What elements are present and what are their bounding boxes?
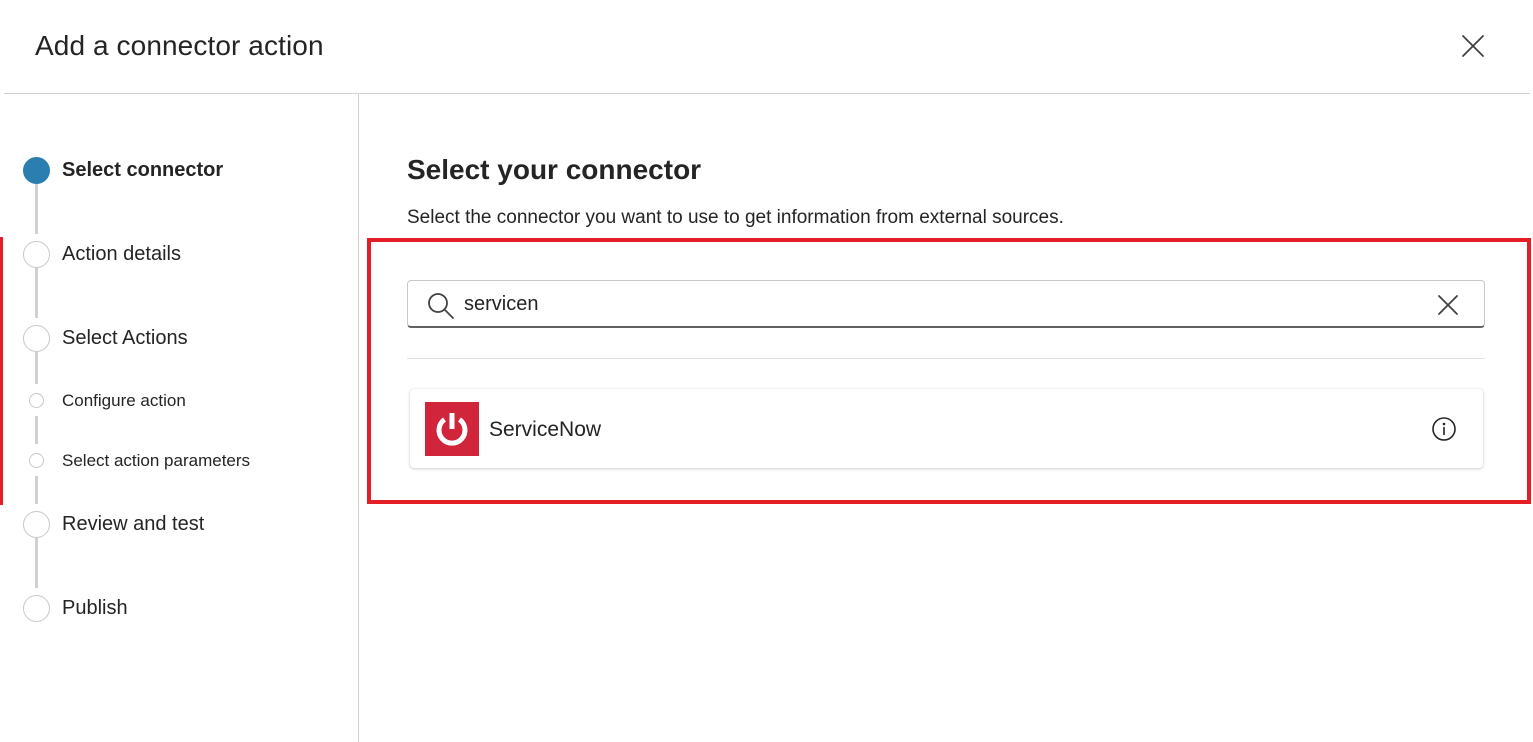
search-input[interactable] (464, 289, 1404, 319)
stepper-sidebar (0, 94, 358, 742)
dialog-header: Add a connector action (0, 0, 1533, 94)
step-indicator (23, 511, 50, 538)
step-label: Review and test (62, 513, 205, 535)
step-connector-line (35, 416, 38, 444)
connector-name: ServiceNow (489, 418, 602, 441)
info-icon (1432, 417, 1456, 441)
results-divider (407, 358, 1485, 359)
power-icon (436, 413, 468, 446)
dialog-title: Add a connector action (35, 30, 324, 61)
substep-label: Configure action (62, 391, 186, 410)
step-indicator (23, 241, 50, 268)
clear-search-button[interactable] (1432, 289, 1464, 321)
substep-indicator (29, 453, 44, 468)
connector-info-button[interactable] (1429, 414, 1459, 444)
close-icon (1438, 295, 1458, 315)
step-indicator (23, 595, 50, 622)
step-label: Action details (62, 243, 181, 265)
step-connector-line (35, 538, 38, 588)
step-connector-line (35, 476, 38, 504)
servicenow-logo (425, 402, 479, 456)
close-icon (1462, 35, 1484, 57)
sidebar-highlight-bar (0, 237, 3, 505)
connector-search-box[interactable] (407, 280, 1485, 328)
substep-indicator (29, 393, 44, 408)
substep-label: Select action parameters (62, 451, 251, 470)
close-dialog-button[interactable] (1455, 28, 1491, 64)
step-label: Publish (62, 597, 128, 619)
step-label: Select Actions (62, 327, 188, 349)
step-connector-line (35, 352, 38, 384)
step-label: Select connector (62, 159, 224, 181)
sidebar-divider (358, 94, 359, 742)
step-indicator-active (23, 157, 50, 184)
step-indicator (23, 325, 50, 352)
search-icon (428, 293, 454, 319)
step-connector-line (35, 268, 38, 318)
step-connector-line (35, 184, 38, 234)
connector-card-servicenow[interactable]: ServiceNow (410, 389, 1483, 468)
page-title: Select your connector (407, 154, 702, 185)
page-subtitle: Select the connector you want to use to … (407, 207, 1064, 228)
